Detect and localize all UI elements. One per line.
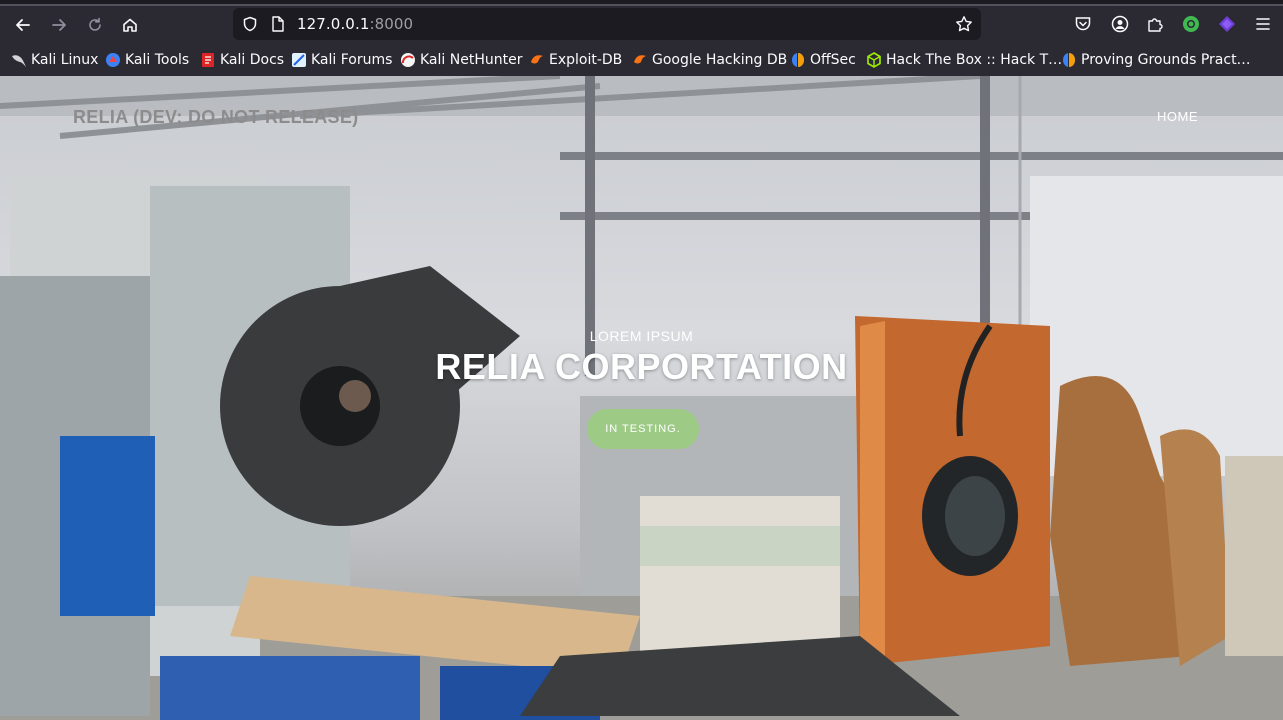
hero-headline: RELIA CORPORTATION xyxy=(435,346,848,387)
bookmark-label: Kali NetHunter xyxy=(420,52,523,68)
bookmark-kali-nethunter[interactable]: Kali NetHunter xyxy=(400,48,522,72)
bookmark-label: Hack The Box :: Hack T… xyxy=(886,52,1063,68)
account-icon[interactable] xyxy=(1109,13,1131,35)
in-testing-button[interactable]: IN TESTING. xyxy=(587,409,699,449)
forward-arrow-icon xyxy=(52,19,66,31)
bookmark-kali-docs[interactable]: Kali Docs xyxy=(200,48,284,72)
nav-home-link[interactable]: HOME xyxy=(1157,109,1198,124)
kali-forums-icon xyxy=(291,52,307,68)
reload-button[interactable] xyxy=(82,12,108,38)
home-button[interactable] xyxy=(117,12,143,38)
home-icon xyxy=(123,18,137,32)
exploit-db-icon xyxy=(529,52,545,68)
site-brand[interactable]: RELIA (DEV: DO NOT RELEASE) xyxy=(73,107,358,128)
bookmark-kali-linux[interactable]: Kali Linux xyxy=(11,48,98,72)
reload-icon xyxy=(89,17,101,31)
bookmark-label: Kali Tools xyxy=(125,52,190,68)
page-viewport: RELIA (DEV: DO NOT RELEASE) HOME LOREM I… xyxy=(0,76,1283,720)
kali-dragon-icon xyxy=(11,52,27,68)
bookmark-label: Google Hacking DB xyxy=(652,52,788,68)
ghdb-icon xyxy=(632,52,648,68)
pocket-icon[interactable] xyxy=(1072,13,1094,35)
bookmark-label: Kali Docs xyxy=(220,52,285,68)
browser-toolbar: 127.0.0.1:8000 Kali Linux Kali Tools Kal xyxy=(0,0,1283,76)
bookmark-proving-grounds[interactable]: Proving Grounds Pract… xyxy=(1061,48,1251,72)
hero-kicker: LOREM IPSUM xyxy=(589,328,694,344)
tab-divider xyxy=(0,4,1283,6)
bookmark-label: Exploit-DB xyxy=(549,52,623,68)
extensions-icon[interactable] xyxy=(1144,13,1166,35)
bookmark-label: OffSec xyxy=(810,52,856,68)
kali-docs-icon xyxy=(200,52,216,68)
purple-extension-icon[interactable] xyxy=(1216,13,1238,35)
htb-cube-icon xyxy=(866,52,882,68)
bookmark-exploit-db[interactable]: Exploit-DB xyxy=(529,48,622,72)
url-text[interactable]: 127.0.0.1:8000 xyxy=(297,15,413,33)
url-port: :8000 xyxy=(369,15,414,33)
bookmark-star-icon[interactable] xyxy=(954,14,974,34)
proving-grounds-icon xyxy=(1061,52,1077,68)
kali-tools-icon xyxy=(105,52,121,68)
bookmark-hack-the-box[interactable]: Hack The Box :: Hack T… xyxy=(866,48,1062,72)
back-arrow-icon xyxy=(16,19,30,31)
bookmark-label: Kali Forums xyxy=(311,52,393,68)
address-bar[interactable]: 127.0.0.1:8000 xyxy=(233,8,981,40)
bookmark-label: Proving Grounds Pract… xyxy=(1081,52,1251,68)
hero-background-image xyxy=(0,76,1283,720)
bookmark-google-hacking-db[interactable]: Google Hacking DB xyxy=(632,48,787,72)
bookmark-kali-tools[interactable]: Kali Tools xyxy=(105,48,189,72)
nethunter-icon xyxy=(400,52,416,68)
menu-icon[interactable] xyxy=(1252,13,1274,35)
offsec-icon xyxy=(790,52,806,68)
bookmark-offsec[interactable]: OffSec xyxy=(790,48,856,72)
green-extension-icon[interactable] xyxy=(1180,13,1202,35)
page-icon[interactable] xyxy=(268,14,288,34)
bookmark-label: Kali Linux xyxy=(31,52,99,68)
bookmarks-toolbar: Kali Linux Kali Tools Kali Docs Kali For… xyxy=(0,48,1283,72)
url-host: 127.0.0.1 xyxy=(297,15,370,33)
shield-icon[interactable] xyxy=(240,14,260,34)
forward-button[interactable] xyxy=(46,12,72,38)
back-button[interactable] xyxy=(10,12,36,38)
bookmark-kali-forums[interactable]: Kali Forums xyxy=(291,48,392,72)
